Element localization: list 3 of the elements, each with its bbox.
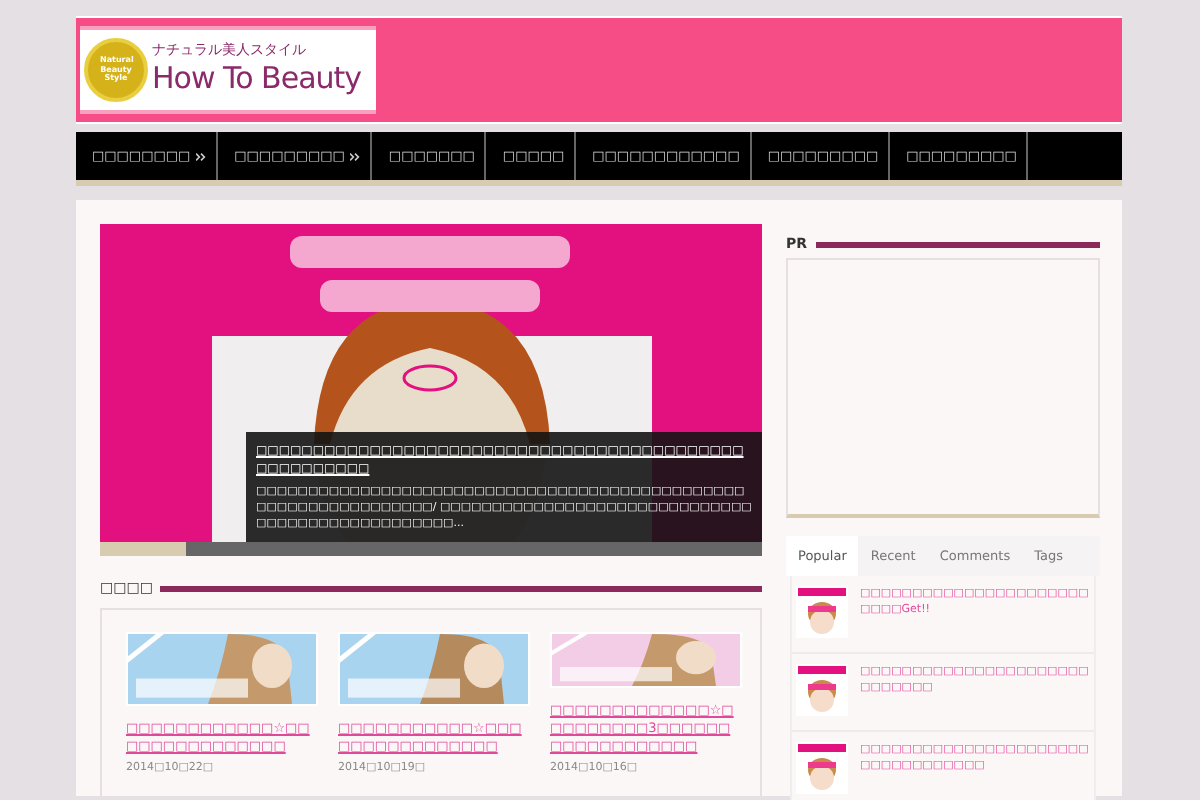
- chevron-icon: [196, 151, 207, 161]
- logo-title: How To Beauty: [152, 60, 362, 98]
- chevron-icon: [350, 151, 361, 161]
